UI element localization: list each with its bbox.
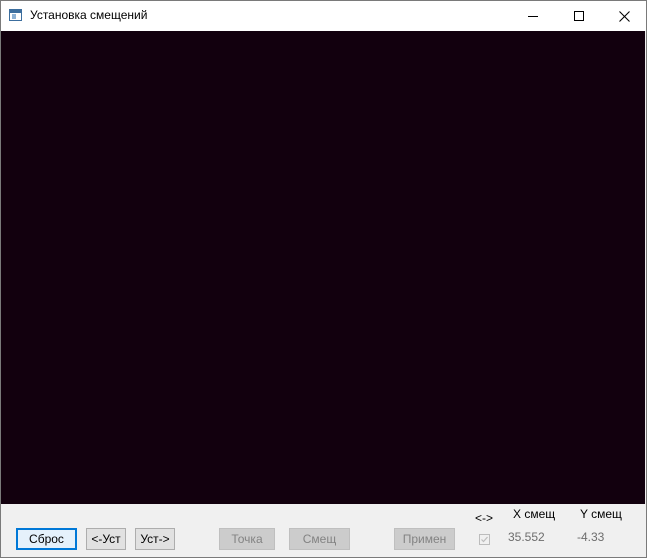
preview-canvas[interactable] <box>1 31 645 504</box>
close-icon <box>618 10 630 22</box>
x-offset-header: X смещ <box>513 507 556 521</box>
y-offset-value: -4.33 <box>577 530 605 544</box>
checkmark-icon <box>481 536 488 543</box>
offset-setup-window: Установка смещений Сброс <-Уст Уст-> Точ… <box>0 0 647 558</box>
close-button[interactable] <box>601 1 646 31</box>
title-bar[interactable]: Установка смещений <box>1 1 646 31</box>
swap-label: <-> <box>475 511 494 525</box>
minimize-button[interactable] <box>510 1 556 31</box>
apply-button[interactable]: Примен <box>394 528 455 550</box>
offset-button[interactable]: Смещ <box>289 528 350 550</box>
window-title: Установка смещений <box>30 8 148 22</box>
point-button[interactable]: Точка <box>219 528 275 550</box>
maximize-icon <box>574 11 584 21</box>
app-window-icon <box>9 9 22 21</box>
y-offset-header: Y смещ <box>580 507 622 521</box>
set-left-button[interactable]: <-Уст <box>86 528 126 550</box>
swap-checkbox[interactable] <box>479 534 490 545</box>
set-right-button[interactable]: Уст-> <box>135 528 175 550</box>
maximize-button[interactable] <box>556 1 602 31</box>
minimize-icon <box>528 16 538 17</box>
reset-button[interactable]: Сброс <box>16 528 77 550</box>
x-offset-value: 35.552 <box>508 530 545 544</box>
